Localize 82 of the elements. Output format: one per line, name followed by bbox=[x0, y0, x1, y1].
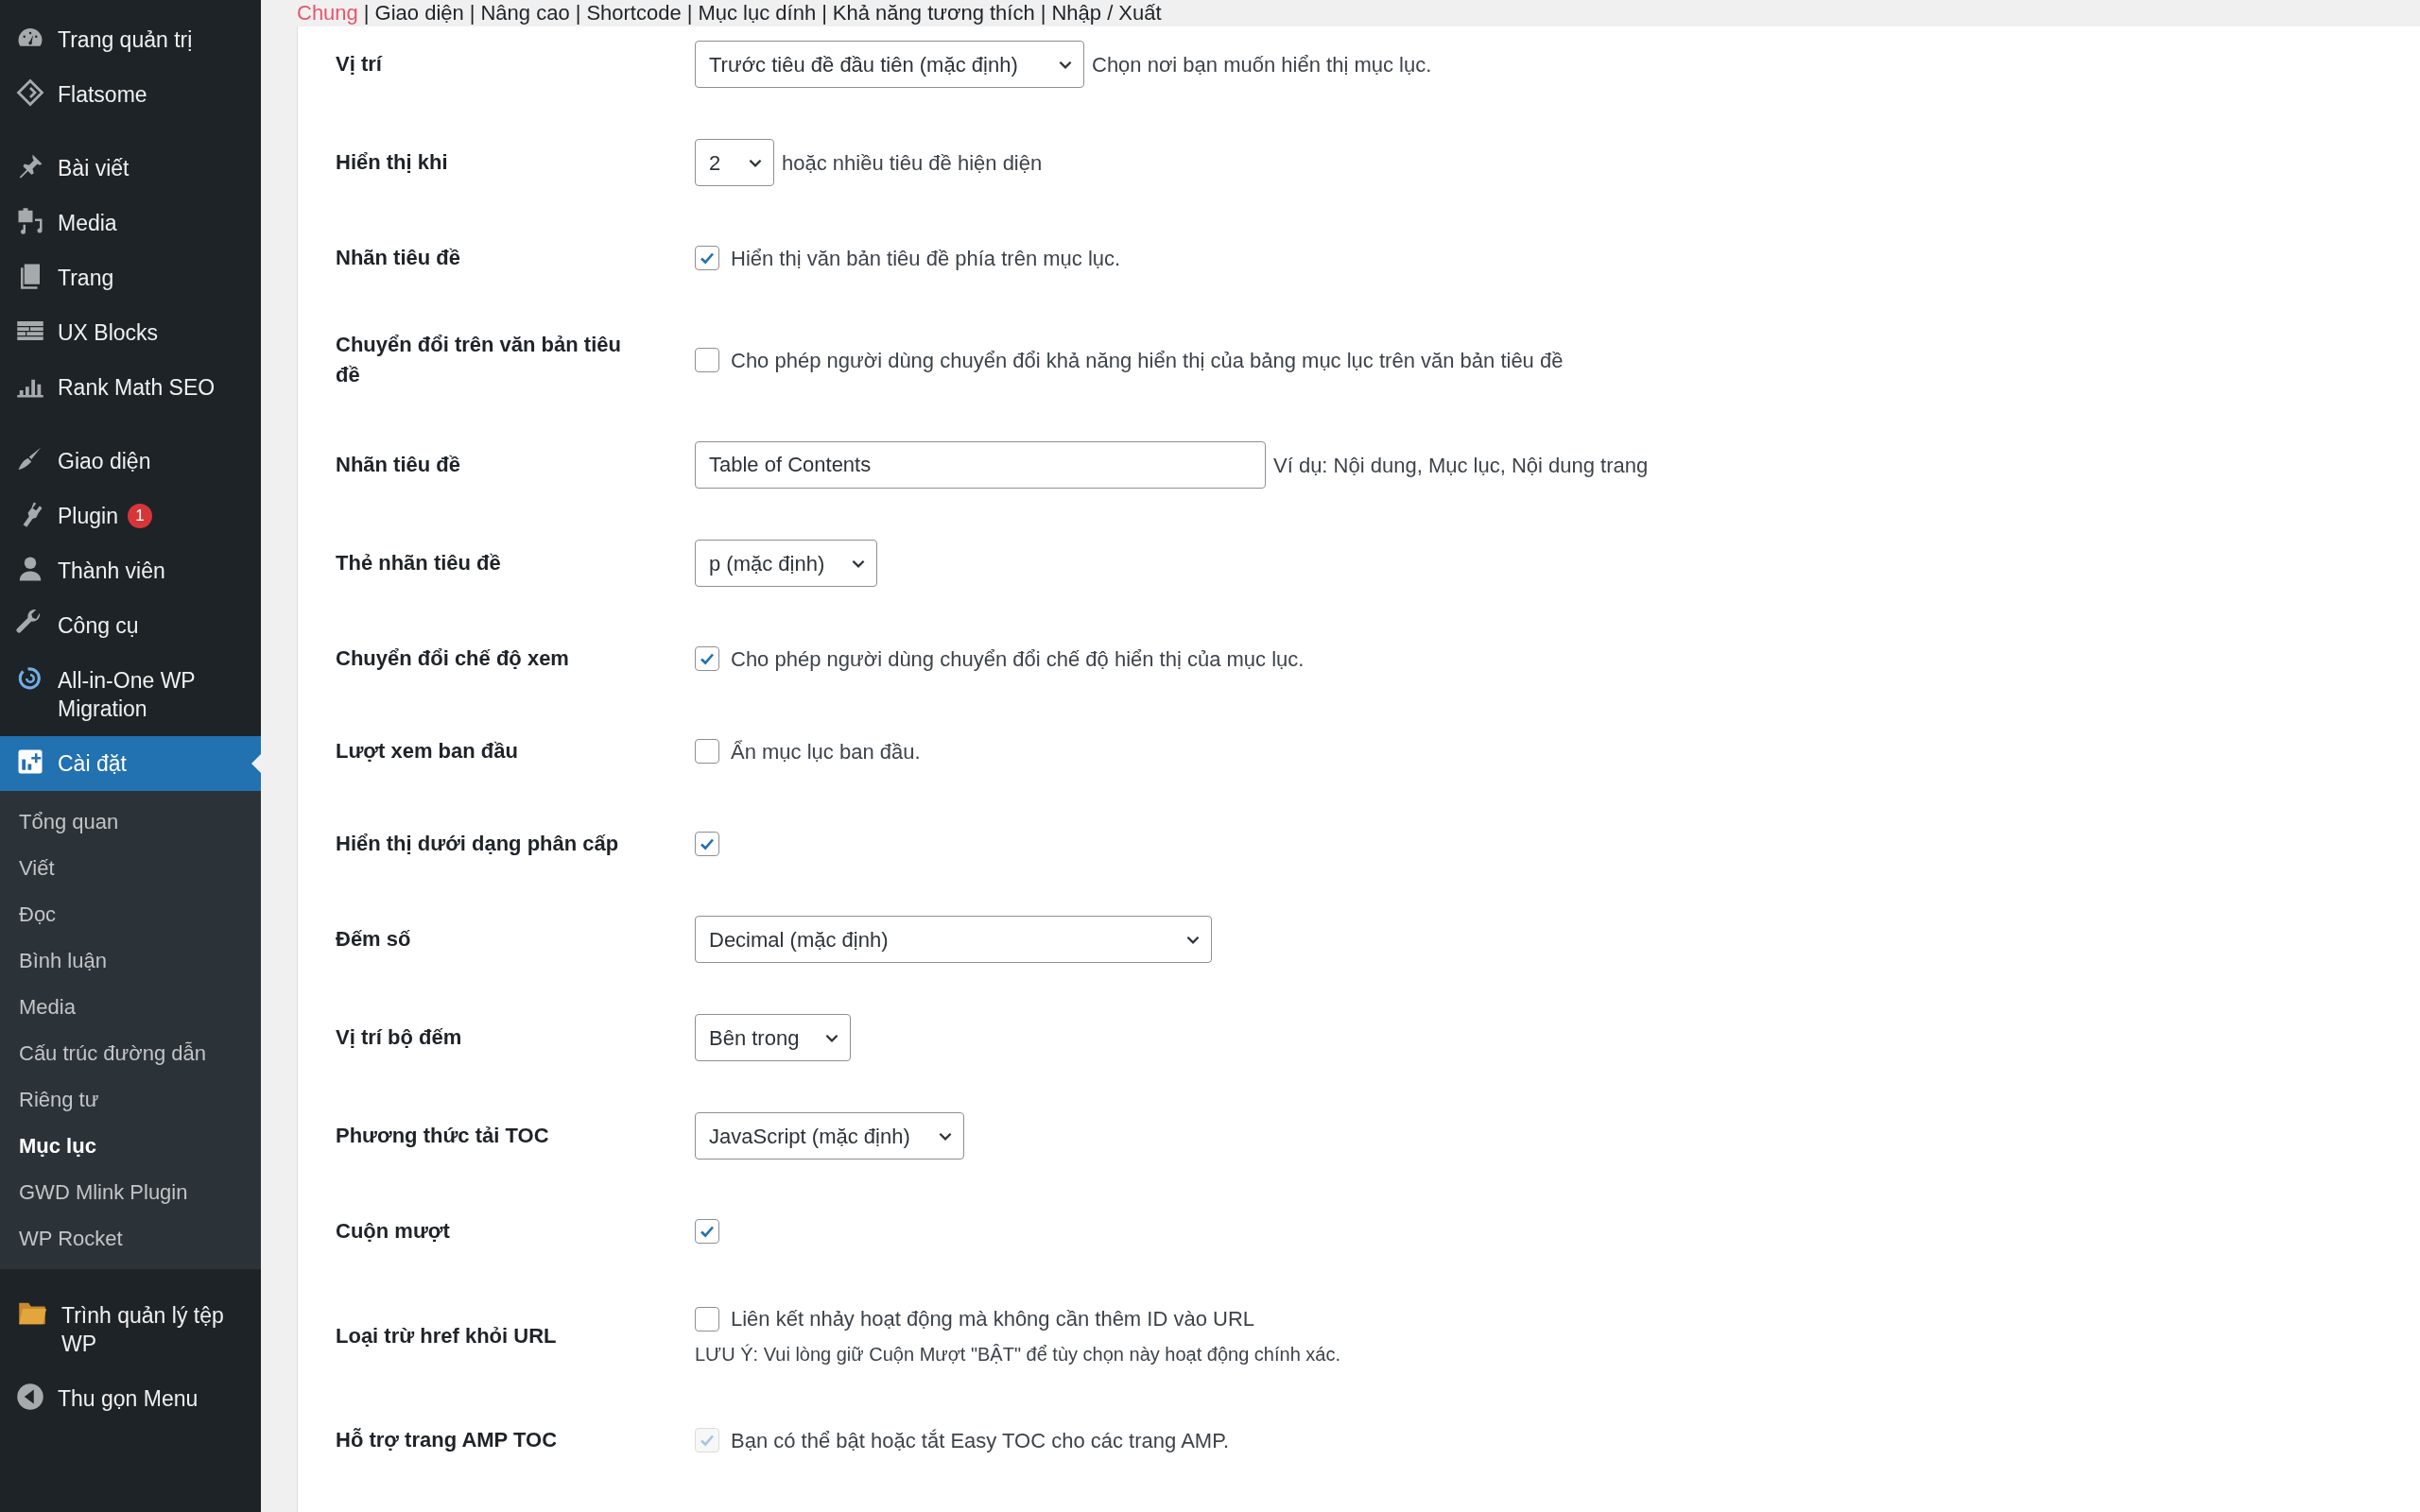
sidebar-item[interactable]: UX Blocks bbox=[0, 305, 261, 360]
settings-tab[interactable]: Shortcode bbox=[586, 3, 682, 24]
submenu-item[interactable]: Viết bbox=[0, 845, 261, 891]
sidebar-item[interactable]: Giao diện bbox=[0, 434, 261, 489]
settings-tab[interactable]: Nhập / Xuất bbox=[1051, 3, 1162, 24]
submenu-item[interactable]: Bình luận bbox=[0, 937, 261, 984]
field-label: Lượt xem ban đầu bbox=[336, 738, 519, 765]
submenu-item[interactable]: Cấu trúc đường dẫn bbox=[0, 1030, 261, 1076]
checkbox[interactable] bbox=[695, 832, 719, 856]
dropdown[interactable]: Decimal (mặc định) bbox=[695, 916, 1212, 963]
sidebar-item[interactable]: Công cụ bbox=[0, 598, 261, 653]
checkbox-label: Cho phép người dùng chuyển đổi khả năng hiển thị của bảng mục lục trên văn bản tiêu đề bbox=[731, 347, 1564, 374]
checkbox-label: Ẩn mục lục ban đầu. bbox=[731, 738, 921, 765]
field-label: Nhãn tiêu đề bbox=[336, 452, 461, 478]
field-description: Chọn nơi bạn muốn hiển thị mục lục. bbox=[1092, 51, 1432, 78]
submenu-item[interactable]: Đọc bbox=[0, 891, 261, 937]
settings-icon bbox=[16, 747, 44, 776]
media-icon bbox=[16, 207, 44, 235]
dropdown[interactable]: Trước tiêu đề đầu tiên (mặc định) bbox=[695, 41, 1084, 88]
field-label: Loại trừ href khỏi URL bbox=[336, 1322, 558, 1349]
dropdown[interactable]: p (mặc định) bbox=[695, 540, 877, 587]
checkbox[interactable] bbox=[695, 646, 719, 671]
checkbox-label: Hiển thị văn bản tiêu đề phía trên mục lục. bbox=[731, 245, 1121, 272]
tab-separator: | bbox=[1040, 3, 1046, 24]
sidebar-item[interactable]: Cài đặt bbox=[0, 736, 261, 791]
submenu-item[interactable]: Media bbox=[0, 984, 261, 1030]
sidebar-item[interactable]: Thành viên bbox=[0, 543, 261, 598]
tab-separator: | bbox=[363, 3, 370, 24]
sidebar-item[interactable]: Rank Math SEO bbox=[0, 360, 261, 415]
settings-tab[interactable]: Giao diện bbox=[374, 3, 464, 24]
sidebar-item[interactable]: Media bbox=[0, 196, 261, 250]
sidebar-item[interactable]: Bài viết bbox=[0, 141, 261, 196]
field-description: Ví dụ: Nội dung, Mục lục, Nội dung trang bbox=[1273, 452, 1649, 479]
field-label: Phương thức tải TOC bbox=[336, 1123, 550, 1149]
diamond-icon bbox=[16, 78, 44, 107]
sidebar-item[interactable]: Trình quản lý tệp WP bbox=[0, 1288, 261, 1371]
field-label: Hiển thị khi bbox=[336, 149, 449, 176]
field-label: Vị trí bbox=[336, 51, 384, 77]
field-label: Vị trí bộ đếm bbox=[336, 1024, 463, 1051]
checkbox-label: Bạn có thể bật hoặc tắt Easy TOC cho các trang AMP. bbox=[731, 1427, 1230, 1454]
field-label: Cuộn mượt bbox=[336, 1218, 451, 1245]
submenu-item[interactable]: WP Rocket bbox=[0, 1215, 261, 1262]
sidebar-item[interactable]: All-in-One WP Migration bbox=[0, 653, 261, 736]
sidebar-item[interactable]: Flatsome bbox=[0, 67, 261, 122]
dropdown[interactable]: 2 bbox=[695, 139, 774, 186]
field-label: Thẻ nhãn tiêu đề bbox=[336, 550, 502, 576]
checkbox[interactable] bbox=[695, 1306, 719, 1332]
field-note: LƯU Ý: Vui lòng giữ Cuộn Mượt "BẬT" để tùy chọn này hoạt động chính xác. bbox=[695, 1343, 1341, 1366]
submenu-item[interactable]: GWD Mlink Plugin bbox=[0, 1169, 261, 1215]
dropdown[interactable]: JavaScript (mặc định) bbox=[695, 1112, 964, 1160]
count-badge: 1 bbox=[127, 504, 152, 528]
checkbox[interactable] bbox=[695, 1219, 719, 1244]
checkbox[interactable] bbox=[695, 739, 719, 764]
field-label: Hỗ trợ trang AMP TOC bbox=[336, 1427, 559, 1453]
sidebar-item[interactable]: Plugin 1 bbox=[0, 489, 261, 543]
collapse-icon bbox=[16, 1383, 44, 1411]
tab-separator: | bbox=[821, 3, 827, 24]
field-label: Đếm số bbox=[336, 926, 412, 953]
submenu-item[interactable]: Riêng tư bbox=[0, 1076, 261, 1123]
settings-tab[interactable]: Mục lục dính bbox=[698, 3, 817, 24]
field-description: hoặc nhiều tiêu đề hiện diện bbox=[782, 149, 1043, 177]
dropdown[interactable]: Bên trong bbox=[695, 1014, 851, 1061]
sidebar-item[interactable]: Trang quản trị bbox=[0, 12, 261, 67]
settings-tab[interactable]: Nâng cao bbox=[480, 3, 570, 24]
submenu-item[interactable]: Tổng quan bbox=[0, 799, 261, 845]
tab-separator: | bbox=[575, 3, 581, 24]
field-label: Nhãn tiêu đề bbox=[336, 245, 461, 271]
checkbox[interactable] bbox=[695, 246, 719, 270]
tab-separator: | bbox=[686, 3, 693, 24]
field-label: Hiển thị dưới dạng phân cấp bbox=[336, 831, 620, 857]
text-field[interactable]: Table of Contents bbox=[695, 441, 1266, 489]
submenu-item[interactable]: Mục lục bbox=[0, 1123, 261, 1169]
field-label: Chuyển đổi chế độ xem bbox=[336, 645, 570, 672]
sidebar-item[interactable]: Trang bbox=[0, 250, 261, 305]
checkbox[interactable] bbox=[695, 348, 719, 372]
sidebar-item[interactable]: Thu gọn Menu bbox=[0, 1371, 261, 1426]
checkbox-label: Liên kết nhảy hoạt động mà không cần thêm ID vào URL bbox=[731, 1306, 1254, 1332]
field-label: Chuyển đổi trên văn bản tiêu đề bbox=[336, 332, 622, 388]
settings-tab[interactable]: Khả năng tương thích bbox=[832, 3, 1035, 24]
tab-separator: | bbox=[469, 3, 475, 24]
checkbox-label: Cho phép người dùng chuyển đổi chế độ hiển thị của mục lục. bbox=[731, 645, 1305, 673]
menu-pointer-icon bbox=[251, 754, 261, 773]
